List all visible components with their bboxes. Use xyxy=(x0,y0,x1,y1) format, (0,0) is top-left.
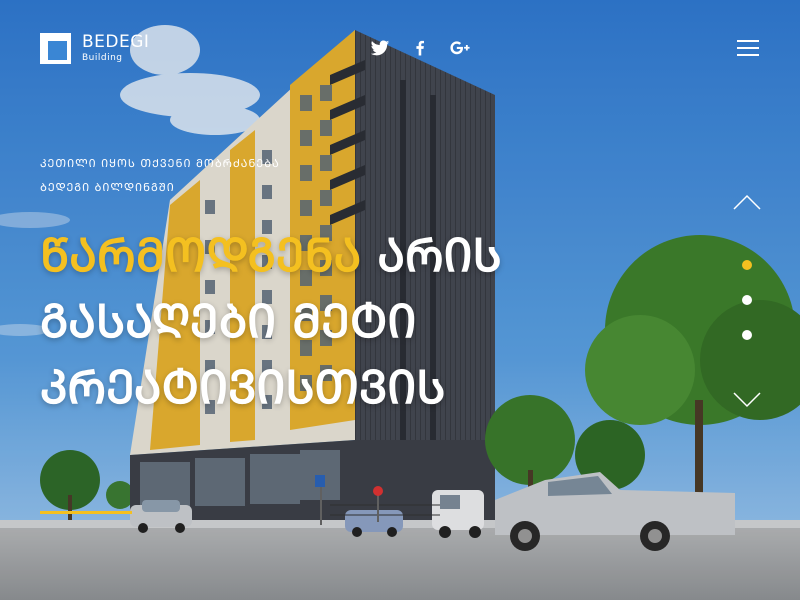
logo-mark-icon xyxy=(40,33,71,64)
slide-progress-bar xyxy=(40,511,132,514)
menu-line-icon xyxy=(737,47,759,49)
google-plus-link[interactable] xyxy=(450,38,470,58)
brand-logo[interactable]: BEDEGI Building xyxy=(40,33,149,65)
tagline-line-2: ᲑᲔᲓᲔᲒᲘ ᲑᲘᲚᲓᲘᲜᲒᲨᲘ xyxy=(40,181,175,194)
headline-line-1: ᲬᲐᲠᲛᲝᲓᲒᲔᲜᲐ ᲐᲠᲘᲡ xyxy=(40,222,580,288)
hamburger-menu-button[interactable] xyxy=(737,40,759,56)
slider-dot-3[interactable] xyxy=(742,330,752,340)
hero-headline: ᲬᲐᲠᲛᲝᲓᲒᲔᲜᲐ ᲐᲠᲘᲡ ᲒᲐᲡᲐᲦᲔᲑᲘ ᲛᲔᲢᲘ ᲙᲠᲔᲐᲢᲘᲕᲘᲡᲗ… xyxy=(40,222,580,420)
twitter-link[interactable] xyxy=(370,38,390,58)
hero-tagline: ᲙᲔᲗᲘᲚᲘ ᲘᲧᲝᲡ ᲗᲥᲕᲔᲜᲘ ᲛᲝᲑᲠᲫᲐᲜᲔᲑᲐ ᲑᲔᲓᲔᲒᲘ ᲑᲘᲚ… xyxy=(40,152,340,200)
twitter-icon xyxy=(370,40,390,56)
slider-dot-2[interactable] xyxy=(742,295,752,305)
slider-prev-button[interactable] xyxy=(733,194,761,210)
google-plus-icon xyxy=(450,41,470,55)
headline-line-2: ᲒᲐᲡᲐᲦᲔᲑᲘ ᲛᲔᲢᲘ xyxy=(40,294,417,348)
chevron-up-icon xyxy=(733,194,761,210)
slider-next-button[interactable] xyxy=(733,392,761,408)
facebook-link[interactable] xyxy=(410,38,430,58)
chevron-down-icon xyxy=(733,392,761,408)
menu-line-icon xyxy=(737,54,759,56)
headline-accent: ᲬᲐᲠᲛᲝᲓᲒᲔᲜᲐ xyxy=(40,228,362,282)
social-links xyxy=(370,38,470,58)
brand-subtitle: Building xyxy=(82,53,123,63)
tagline-line-1: ᲙᲔᲗᲘᲚᲘ ᲘᲧᲝᲡ ᲗᲥᲕᲔᲜᲘ ᲛᲝᲑᲠᲫᲐᲜᲔᲑᲐ xyxy=(40,157,280,170)
facebook-icon xyxy=(416,40,424,56)
headline-rest: ᲐᲠᲘᲡ xyxy=(361,228,502,282)
menu-line-icon xyxy=(737,40,759,42)
headline-line-3: ᲙᲠᲔᲐᲢᲘᲕᲘᲡᲗᲕᲘᲡ xyxy=(40,360,446,414)
brand-name: BEDEGI xyxy=(82,32,150,52)
slider-dot-1[interactable] xyxy=(742,260,752,270)
